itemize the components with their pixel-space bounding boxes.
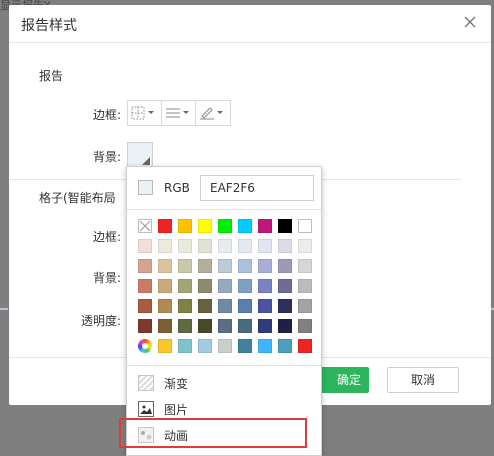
color-swatch[interactable]: [238, 259, 252, 273]
color-swatch[interactable]: [238, 299, 252, 313]
color-swatch[interactable]: [138, 299, 152, 313]
color-swatch[interactable]: [198, 219, 212, 233]
color-swatch[interactable]: [218, 319, 232, 333]
blank-swatch[interactable]: [298, 219, 312, 233]
report-section-label: 报告: [39, 69, 64, 83]
color-swatch[interactable]: [278, 339, 292, 353]
color-swatch[interactable]: [258, 259, 272, 273]
color-swatch[interactable]: [298, 279, 312, 293]
menu-item-label: 图片: [164, 403, 189, 417]
line-style-icon: [166, 108, 189, 118]
color-swatch[interactable]: [178, 299, 192, 313]
cancel-button[interactable]: 取消: [387, 367, 459, 393]
color-swatch[interactable]: [138, 319, 152, 333]
color-swatch[interactable]: [218, 219, 232, 233]
dialog-header: 报告样式: [9, 5, 491, 43]
color-swatch[interactable]: [178, 219, 192, 233]
border-tools: [127, 100, 231, 126]
border-label: 边框:: [92, 108, 121, 122]
color-swatch[interactable]: [158, 239, 172, 253]
color-swatch[interactable]: [238, 239, 252, 253]
close-icon[interactable]: [463, 15, 477, 29]
color-swatch[interactable]: [138, 279, 152, 293]
color-swatch[interactable]: [298, 299, 312, 313]
color-swatch[interactable]: [198, 299, 212, 313]
grid-border-label: 边框:: [92, 230, 121, 244]
color-swatch[interactable]: [238, 279, 252, 293]
color-swatch[interactable]: [178, 259, 192, 273]
border-style-dropdown[interactable]: [162, 101, 196, 125]
color-swatch[interactable]: [198, 259, 212, 273]
color-swatch[interactable]: [278, 239, 292, 253]
color-swatch[interactable]: [258, 319, 272, 333]
background-label: 背景:: [92, 150, 121, 164]
color-swatch[interactable]: [278, 319, 292, 333]
color-wheel-icon[interactable]: [138, 339, 152, 353]
image-icon: [138, 401, 154, 417]
color-swatch[interactable]: [218, 239, 232, 253]
color-swatch[interactable]: [178, 279, 192, 293]
color-swatch[interactable]: [238, 339, 252, 353]
color-swatch[interactable]: [218, 279, 232, 293]
color-swatch[interactable]: [278, 279, 292, 293]
color-swatch[interactable]: [298, 259, 312, 273]
background-color-button[interactable]: [127, 142, 153, 168]
color-swatch[interactable]: [158, 219, 172, 233]
color-swatch[interactable]: [278, 299, 292, 313]
menu-item-gradient[interactable]: 渐变: [127, 370, 321, 396]
color-swatch[interactable]: [198, 339, 212, 353]
rgb-label: RGB: [164, 181, 190, 195]
color-picker-popup: RGB 渐变 图片 动画: [126, 166, 322, 456]
no-color-swatch[interactable]: [138, 219, 152, 233]
color-swatch[interactable]: [178, 319, 192, 333]
dialog-title: 报告样式: [21, 18, 77, 34]
color-swatch[interactable]: [238, 219, 252, 233]
pen-icon: [200, 107, 223, 120]
color-palette: [138, 219, 312, 353]
grid-background-label: 背景:: [92, 271, 121, 285]
color-swatch[interactable]: [258, 339, 272, 353]
current-color-swatch: [138, 180, 153, 195]
color-swatch[interactable]: [158, 259, 172, 273]
border-position-dropdown[interactable]: [128, 101, 162, 125]
background-divider-left: [0, 308, 8, 310]
color-swatch[interactable]: [158, 299, 172, 313]
rgb-hex-input[interactable]: [200, 175, 314, 201]
color-swatch[interactable]: [258, 239, 272, 253]
color-swatch[interactable]: [198, 279, 212, 293]
color-swatch[interactable]: [238, 319, 252, 333]
picker-divider: [127, 209, 321, 210]
color-swatch[interactable]: [178, 339, 192, 353]
grid-section-label: 格子(智能布局: [39, 191, 116, 205]
color-swatch[interactable]: [298, 339, 312, 353]
color-swatch[interactable]: [278, 259, 292, 273]
color-swatch[interactable]: [218, 339, 232, 353]
color-swatch[interactable]: [198, 239, 212, 253]
border-grid-icon: [131, 106, 154, 120]
color-swatch[interactable]: [218, 299, 232, 313]
picker-divider-bottom: [127, 365, 321, 366]
color-swatch[interactable]: [258, 279, 272, 293]
color-swatch[interactable]: [158, 339, 172, 353]
opacity-label: 透明度:: [80, 314, 121, 328]
color-swatch[interactable]: [278, 219, 292, 233]
color-swatch[interactable]: [298, 319, 312, 333]
color-swatch[interactable]: [198, 319, 212, 333]
rgb-row: RGB: [127, 167, 323, 209]
annotation-highlight-box: [119, 418, 307, 448]
color-swatch[interactable]: [258, 299, 272, 313]
gradient-icon: [138, 375, 154, 391]
color-swatch[interactable]: [258, 219, 272, 233]
color-swatch[interactable]: [138, 259, 152, 273]
color-swatch[interactable]: [158, 319, 172, 333]
color-swatch[interactable]: [178, 239, 192, 253]
border-color-dropdown[interactable]: [196, 101, 230, 125]
menu-item-label: 渐变: [164, 377, 189, 391]
dropdown-corner-icon: [142, 157, 150, 165]
color-swatch[interactable]: [218, 259, 232, 273]
color-swatch[interactable]: [138, 239, 152, 253]
color-swatch[interactable]: [158, 279, 172, 293]
color-swatch[interactable]: [298, 239, 312, 253]
